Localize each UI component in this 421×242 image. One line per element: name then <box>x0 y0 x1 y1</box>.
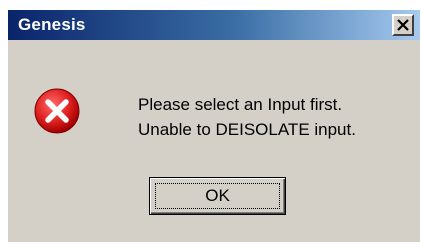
ok-button-label: OK <box>205 186 230 205</box>
message-dialog: Genesis Please select an Input first. Un… <box>8 10 420 242</box>
close-button[interactable] <box>392 14 414 36</box>
error-message: Please select an Input first. Unable to … <box>138 92 356 142</box>
close-icon <box>397 19 409 31</box>
window-title: Genesis <box>18 15 86 34</box>
ok-button[interactable]: OK <box>149 177 286 215</box>
dialog-body: Please select an Input first. Unable to … <box>8 40 420 242</box>
message-line-1: Please select an Input first. <box>138 95 343 114</box>
title-bar[interactable]: Genesis <box>8 10 420 40</box>
error-x-icon <box>34 88 80 134</box>
message-line-2: Unable to DEISOLATE input. <box>138 120 356 139</box>
